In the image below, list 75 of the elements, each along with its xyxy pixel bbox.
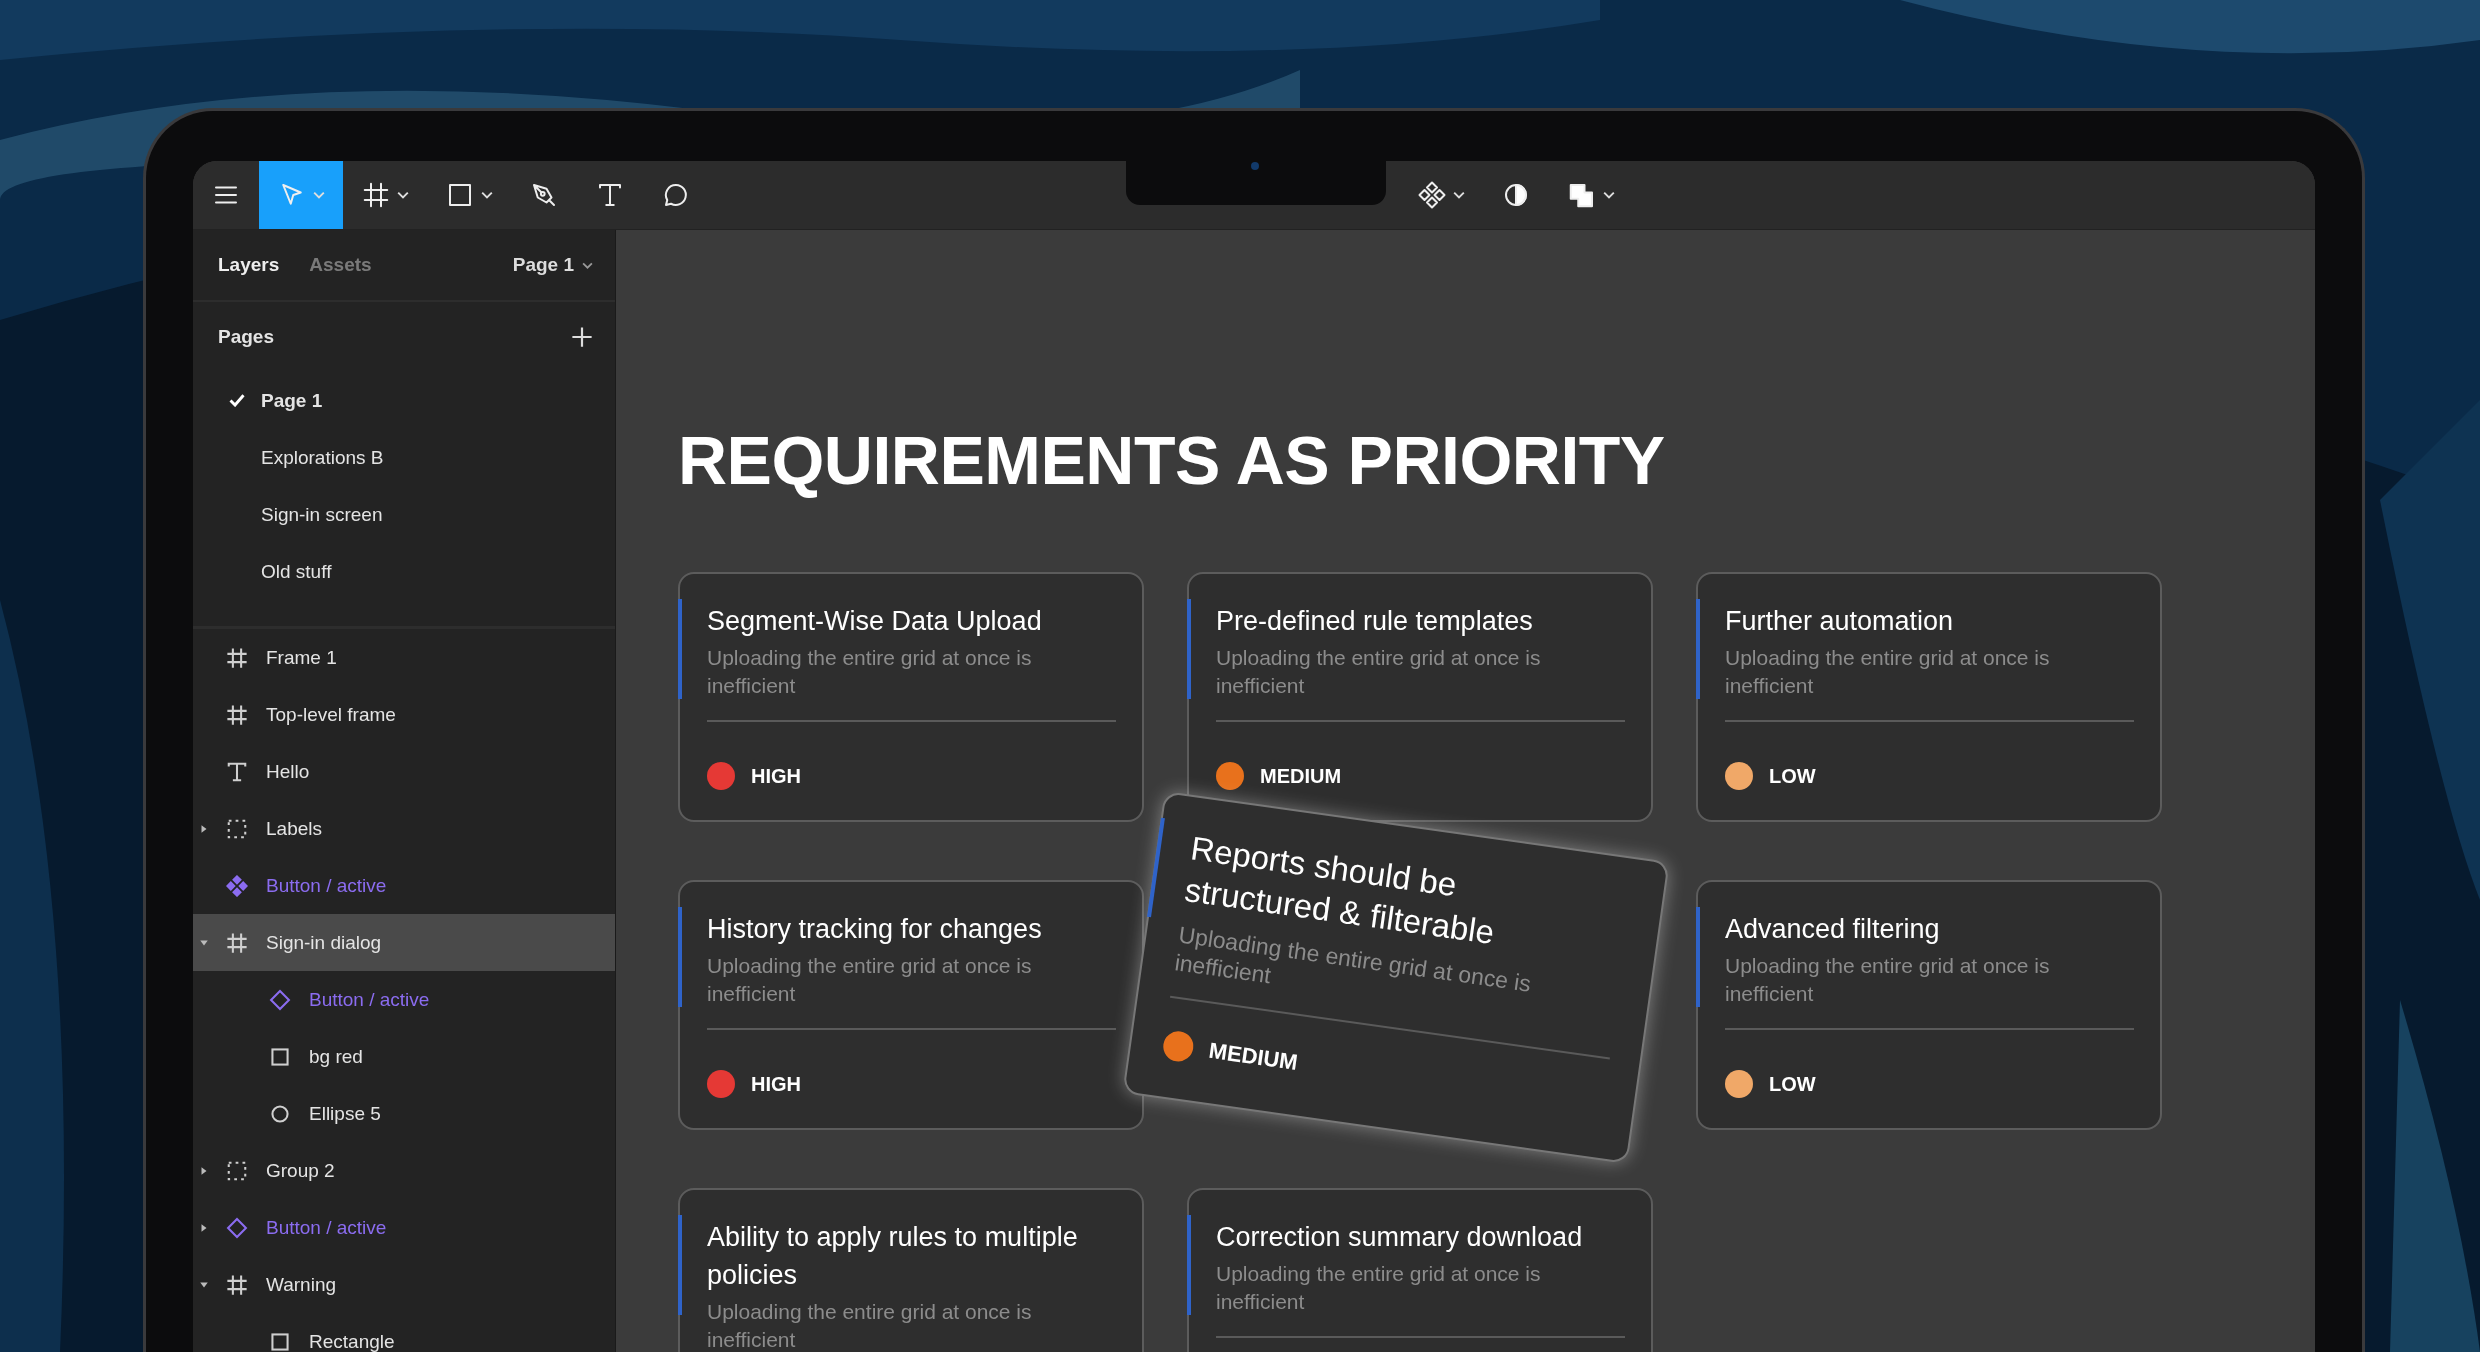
priority-label: LOW [1769,764,1816,788]
requirement-card[interactable]: Further automation Uploading the entire grid at once is inefficient LOW [1696,572,2162,822]
layer-row[interactable]: Hello [193,743,615,800]
card-description: Uploading the entire grid at once is inefficient [1216,645,1542,699]
layer-row[interactable]: Sign-in dialog [193,914,615,971]
page-item[interactable]: Explorations B [193,429,615,486]
caret-icon [313,191,325,199]
card-title: Segment-Wise Data Upload [707,605,1043,638]
priority-label: HIGH [751,1072,801,1096]
instance-icon [226,1216,248,1239]
priority-label: MEDIUM [1207,1037,1300,1076]
card-title: History tracking for changes [707,913,1043,946]
panel-tab[interactable]: Layers [218,254,280,276]
card-description: Uploading the entire grid at once is inefficient [1725,953,2051,1007]
group-icon [226,817,248,840]
collapsed-arrow-icon[interactable] [199,1222,209,1233]
section-title: Pages [218,326,274,348]
caret-icon [582,261,593,269]
layer-row[interactable]: Button / active [193,1199,615,1256]
card-title: Further automation [1725,605,1955,638]
frame-icon [226,646,248,669]
collapsed-arrow-icon[interactable] [199,823,209,834]
layer-row[interactable]: Button / active [193,857,615,914]
collapsed-arrow-icon[interactable] [199,1165,209,1176]
page-dropdown[interactable]: Page 1 [512,254,593,276]
panel-tab[interactable]: Assets [309,254,372,276]
layer-row[interactable]: Warning [193,1256,615,1313]
requirement-card[interactable]: Ability to apply rules to multiple policies Uploading the entire grid at once is inefficient [678,1188,1144,1352]
instance-icon [269,988,291,1011]
priority-label: LOW [1769,1072,1816,1096]
page-item[interactable]: Old stuff [193,543,615,600]
layer-row[interactable]: Frame 1 [193,629,615,686]
layer-row[interactable]: Ellipse 5 [193,1085,615,1142]
card-description: Uploading the entire grid at once is inefficient [1725,645,2051,699]
card-description: Uploading the entire grid at once is inefficient [1216,1261,1542,1315]
caret-icon [481,191,493,199]
layer-row[interactable]: Top-level frame [193,686,615,743]
layer-row[interactable]: Group 2 [193,1142,615,1199]
requirement-card[interactable]: Advanced filtering Uploading the entire grid at once is inefficient LOW [1696,880,2162,1130]
rectangle-icon [269,1045,291,1068]
component-icon [226,874,248,897]
layer-row[interactable]: Rectangle [193,1313,615,1352]
group-icon [226,1159,248,1182]
layer-row[interactable]: bg red [193,1028,615,1085]
requirement-card[interactable]: Correction summary download Uploading the entire grid at once is inefficient [1187,1188,1653,1352]
requirement-card[interactable]: Segment-Wise Data Upload Uploading the entire grid at once is inefficient HIGH [678,572,1144,822]
text-icon [226,760,248,783]
layer-row[interactable]: Button / active [193,971,615,1028]
add-icon[interactable] [571,326,593,348]
priority-label: HIGH [751,764,801,788]
card-description: Uploading the entire grid at once is inefficient [707,1299,1033,1352]
card-title: Correction summary download [1216,1221,1584,1254]
caret-icon [1603,191,1615,199]
frame-icon [226,703,248,726]
caret-icon [397,191,409,199]
requirement-card[interactable]: Pre-defined rule templates Uploading the entire grid at once is inefficient MEDIUM [1187,572,1653,822]
card-title: Advanced filtering [1725,913,1941,946]
page-item[interactable]: Sign-in screen [193,486,615,543]
card-description: Uploading the entire grid at once is inefficient [707,645,1033,699]
frame-icon [226,931,248,954]
requirement-card[interactable]: History tracking for changes Uploading the entire grid at once is inefficient HIGH [678,880,1144,1130]
card-description: Uploading the entire grid at once is inefficient [707,953,1033,1007]
component-icon [1417,180,1447,210]
card-title: Pre-defined rule templates [1216,605,1534,638]
frame-icon [361,180,391,210]
rectangle-icon [269,1330,291,1352]
layer-row[interactable]: Labels [193,800,615,857]
frame-icon [226,1273,248,1296]
priority-label: MEDIUM [1260,764,1342,788]
dragged-card[interactable]: Reports should be structured & filterable Uploading the entire grid at once is inefficient MEDIUM [1122,791,1670,1164]
checkmark-icon [229,394,245,407]
board-title: REQUIREMENTS AS PRIORITY [678,421,1666,500]
page-item[interactable]: Page 1 [193,372,615,429]
card-title: Ability to apply rules to multiple policies [707,1221,1079,1292]
caret-icon [1453,191,1465,199]
